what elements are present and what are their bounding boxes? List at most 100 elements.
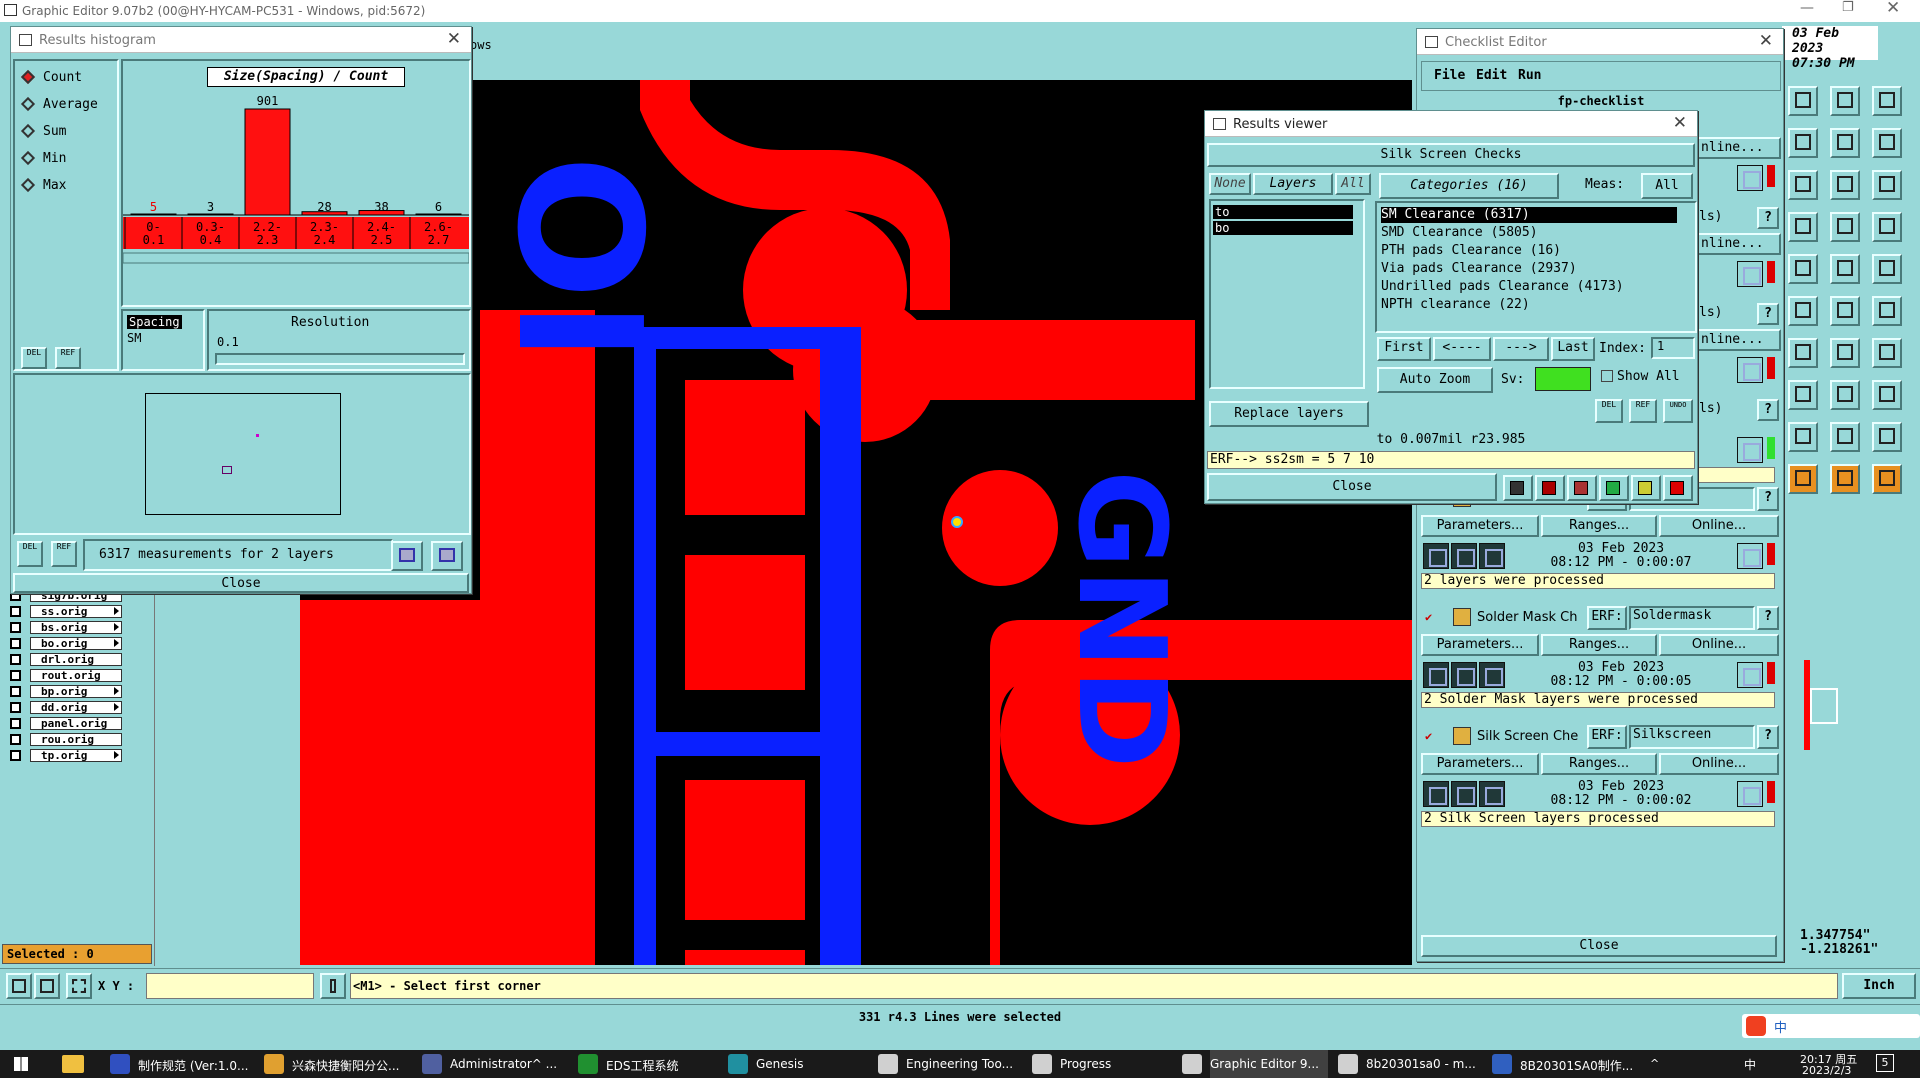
layer-name[interactable]: drl.orig	[30, 653, 122, 666]
select-tool-button[interactable]	[1830, 464, 1860, 494]
path-tool-button[interactable]	[1872, 296, 1902, 326]
replace-layers-menu[interactable]: Replace layers	[1209, 401, 1369, 427]
tray-ime-label[interactable]: 中	[1744, 1056, 1756, 1073]
restore-button[interactable]: ❐	[1842, 0, 1854, 15]
help-button[interactable]: ?	[1757, 303, 1779, 325]
hist-export-button-2[interactable]	[431, 541, 463, 571]
tray-date[interactable]: 2023/2/3	[1802, 1064, 1851, 1077]
last-button[interactable]: Last	[1551, 337, 1595, 361]
parameters-button[interactable]: Parameters...	[1421, 753, 1539, 775]
hist-del-button[interactable]: DEL	[17, 541, 43, 567]
text-c-tool-button[interactable]	[1872, 422, 1902, 452]
ruler-tool-button[interactable]	[1830, 254, 1860, 284]
erf-field[interactable]: Silkscreen	[1629, 725, 1755, 749]
cursor-mode-button[interactable]	[320, 973, 346, 999]
pointer-tool-button[interactable]	[1788, 464, 1818, 494]
auto-zoom-menu[interactable]: Auto Zoom	[1377, 367, 1493, 393]
checklist-menu-file[interactable]: File	[1434, 68, 1465, 83]
section-help-button[interactable]: ?	[1757, 487, 1779, 511]
step-icon[interactable]	[1451, 781, 1477, 807]
checklist-menu-edit[interactable]: Edit	[1476, 68, 1507, 83]
help-button[interactable]: ?	[1757, 207, 1779, 229]
step-icon[interactable]	[1451, 543, 1477, 569]
layer-tool-button[interactable]	[1830, 212, 1860, 242]
online-fragment[interactable]: nline...	[1695, 137, 1781, 159]
category-item[interactable]: NPTH clearance (22)	[1381, 297, 1677, 313]
layer-checkbox[interactable]	[10, 654, 21, 665]
results-close-x[interactable]: ✕	[1673, 113, 1687, 133]
layer-checkbox[interactable]	[10, 686, 21, 697]
results-chart-button[interactable]	[1663, 475, 1693, 501]
flip-tool-button[interactable]	[1872, 338, 1902, 368]
filter-tool-button[interactable]	[1872, 464, 1902, 494]
category-list[interactable]: SM Clearance (6317) SMD Clearance (5805) P…	[1375, 201, 1697, 333]
category-item[interactable]: Undrilled pads Clearance (4173)	[1381, 279, 1677, 295]
parameters-button[interactable]: Parameters...	[1421, 634, 1539, 656]
start-button[interactable]	[14, 1057, 28, 1071]
move-tool-button[interactable]	[1788, 170, 1818, 200]
erf-field[interactable]: Soldermask	[1629, 606, 1755, 630]
taskbar-item[interactable]: 8b20301sa0 - m...	[1338, 1050, 1484, 1078]
section-checkbox[interactable]: ✔	[1425, 729, 1437, 743]
tray-chevron-icon[interactable]: ^	[1650, 1057, 1659, 1070]
taskbar-item[interactable]: 制作规范 (Ver:1.0...	[110, 1050, 256, 1078]
results-cross-button[interactable]	[1567, 475, 1597, 501]
text-b-tool-button[interactable]	[1830, 422, 1860, 452]
online-button[interactable]: Online...	[1659, 753, 1779, 775]
radio-icon[interactable]	[20, 96, 36, 112]
first-button[interactable]: First	[1377, 337, 1431, 361]
layer-checkbox[interactable]	[10, 670, 21, 681]
scale-tool-button[interactable]	[1830, 128, 1860, 158]
close-app-button[interactable]: ✕	[1886, 0, 1900, 18]
category-item[interactable]: PTH pads Clearance (16)	[1381, 243, 1677, 259]
mode-option-count[interactable]: Count	[20, 69, 117, 87]
zoom-area-button[interactable]	[34, 973, 60, 999]
histogram-bar[interactable]	[244, 108, 291, 216]
run-icon[interactable]	[1423, 781, 1449, 807]
results-note-button[interactable]	[1631, 475, 1661, 501]
histogram-close-x[interactable]: ✕	[447, 29, 461, 49]
results-undo-button[interactable]: UNDO	[1663, 399, 1693, 423]
layer-checkbox[interactable]	[10, 734, 21, 745]
layer-name[interactable]: ss.orig	[30, 605, 122, 618]
hist-export-button-1[interactable]	[391, 541, 423, 571]
section-name[interactable]: Solder Mask Ch	[1477, 610, 1589, 625]
layer-alt-tool-button[interactable]	[1872, 212, 1902, 242]
layer-name[interactable]: bs.orig	[30, 621, 122, 634]
layer-name[interactable]: dd.orig	[30, 701, 122, 714]
layer-item-to[interactable]: to	[1213, 205, 1353, 219]
results-film-button[interactable]	[1535, 475, 1565, 501]
section-name[interactable]: Silk Screen Che	[1477, 729, 1589, 744]
histogram-bar[interactable]	[415, 213, 462, 216]
online-fragment[interactable]: nline...	[1695, 329, 1781, 351]
results-check-button[interactable]	[1599, 475, 1629, 501]
radio-icon[interactable]	[20, 177, 36, 193]
run-icon[interactable]	[1423, 662, 1449, 688]
section-help-button[interactable]: ?	[1757, 725, 1779, 749]
all-layers-button[interactable]: All	[1335, 173, 1371, 195]
mode-option-min[interactable]: Min	[20, 150, 117, 168]
xy-input[interactable]	[146, 973, 314, 999]
line-tool-button[interactable]	[1788, 380, 1818, 410]
none-button[interactable]: None	[1209, 173, 1251, 195]
zoom-result-button[interactable]	[1737, 543, 1763, 569]
hist-ref-button[interactable]: REF	[51, 541, 77, 567]
mode-option-max[interactable]: Max	[20, 177, 117, 195]
mode-option-average[interactable]: Average	[20, 96, 117, 114]
minimize-button[interactable]: —	[1800, 0, 1814, 16]
grid-button[interactable]	[66, 973, 92, 999]
zoom-result-button[interactable]	[1737, 662, 1763, 688]
net-tool-button[interactable]	[1830, 380, 1860, 410]
spacing-label[interactable]: Spacing	[127, 315, 182, 329]
snap-tool-button[interactable]	[1872, 128, 1902, 158]
online-fragment[interactable]: nline...	[1695, 233, 1781, 255]
layer-name[interactable]: tp.orig	[30, 749, 122, 762]
display-tool-button[interactable]	[1788, 86, 1818, 116]
stop-icon[interactable]	[1479, 781, 1505, 807]
index-input[interactable]: 1	[1651, 337, 1695, 359]
category-item[interactable]: SM Clearance (6317)	[1381, 207, 1677, 223]
export-tool-button[interactable]	[1788, 128, 1818, 158]
zoom-fit-button[interactable]	[6, 973, 32, 999]
grid-toggle-tool-button[interactable]	[1788, 212, 1818, 242]
histogram-bar[interactable]	[187, 213, 234, 216]
